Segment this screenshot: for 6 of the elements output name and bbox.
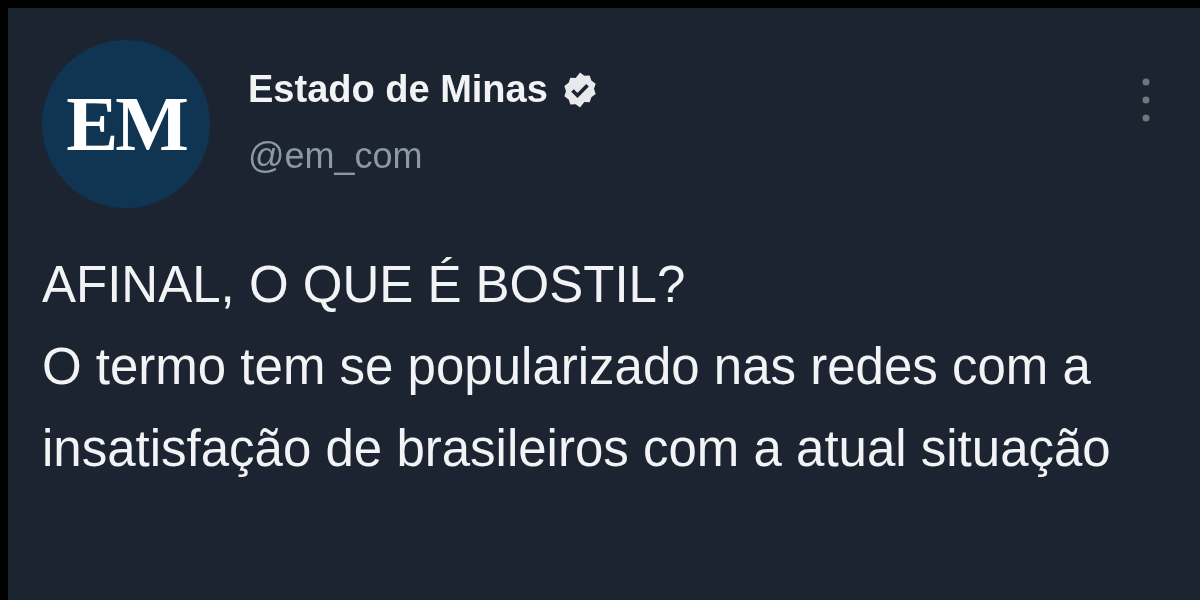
avatar-logo[interactable]: EM — [42, 40, 210, 208]
user-handle[interactable]: @em_com — [248, 135, 1142, 177]
tweet-text: O termo tem se popularizado nas redes com a insatisfação de brasileiros com a atual situação — [42, 337, 1112, 479]
more-options-icon[interactable] — [1142, 78, 1150, 122]
author-name[interactable]: Estado de Minas — [248, 68, 548, 111]
tweet-headline: AFINAL, O QUE É BOSTIL? — [42, 255, 687, 315]
